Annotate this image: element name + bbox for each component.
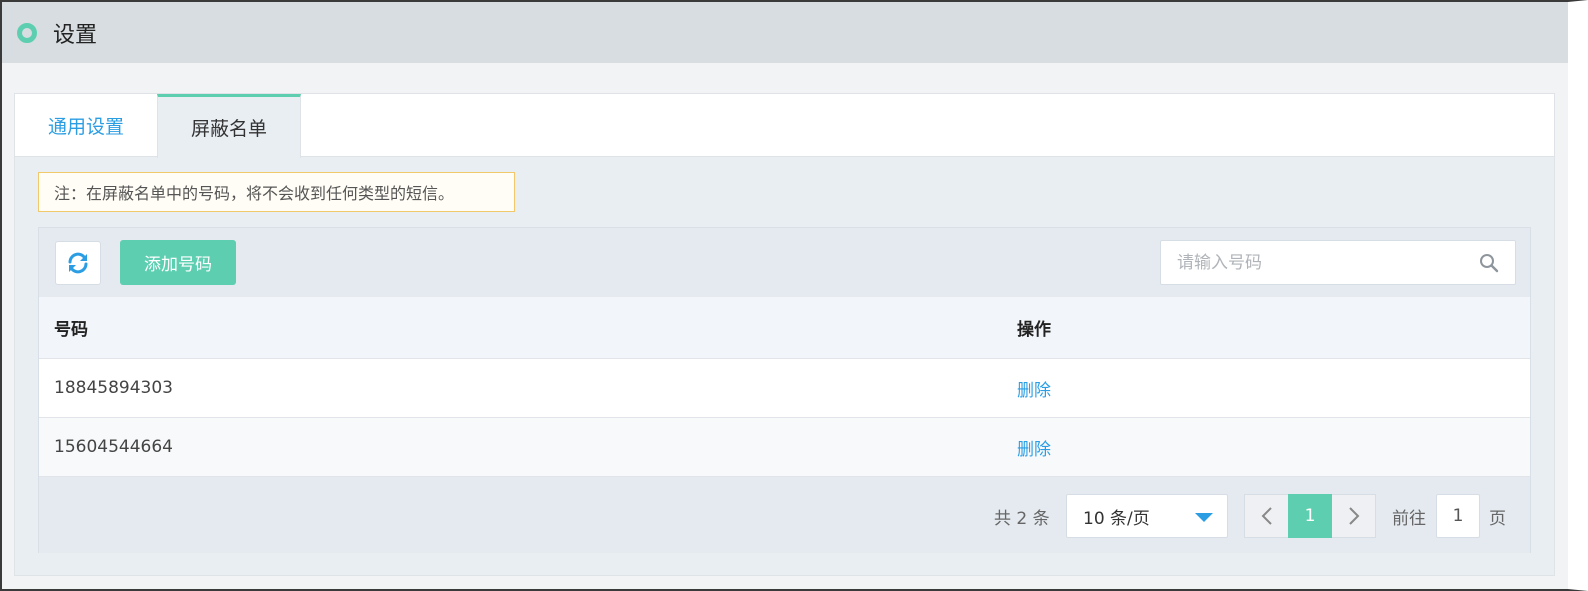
tab-bar: 通用设置 屏蔽名单 — [15, 94, 1554, 158]
page-size-value: 10 条/页 — [1083, 508, 1150, 529]
goto-page-input[interactable] — [1436, 494, 1480, 538]
search-input[interactable] — [1161, 241, 1471, 284]
chevron-right-icon — [1348, 507, 1359, 525]
phone-number: 18845894303 — [54, 378, 173, 398]
search-icon[interactable] — [1479, 253, 1499, 273]
refresh-button[interactable] — [55, 241, 101, 285]
add-number-button[interactable]: 添加号码 — [120, 240, 236, 285]
pagination: 共 2 条 10 条/页 1 前往 页 — [39, 478, 1530, 553]
total-count: 共 2 条 — [994, 509, 1050, 529]
next-page-button[interactable] — [1332, 494, 1376, 538]
delete-link[interactable]: 删除 — [1017, 440, 1051, 460]
caret-down-icon — [1195, 513, 1213, 522]
delete-link[interactable]: 删除 — [1017, 381, 1051, 401]
column-header-number: 号码 — [54, 320, 88, 340]
table-row: 15604544664 删除 — [39, 418, 1530, 477]
page-suffix: 页 — [1489, 509, 1506, 529]
tab-general-settings[interactable]: 通用设置 — [15, 94, 157, 157]
page-header: 设置 — [2, 2, 1568, 63]
status-circle-icon — [17, 22, 37, 43]
tab-block-list[interactable]: 屏蔽名单 — [157, 94, 301, 158]
notice-banner: 注：在屏蔽名单中的号码，将不会收到任何类型的短信。 — [38, 172, 515, 212]
goto-label: 前往 — [1392, 509, 1426, 529]
table-row: 18845894303 删除 — [39, 359, 1530, 418]
block-list-table: 号码 操作 18845894303 删除 15604544664 删除 — [39, 297, 1530, 477]
page-size-select[interactable]: 10 条/页 — [1066, 494, 1228, 538]
settings-panel: 通用设置 屏蔽名单 注：在屏蔽名单中的号码，将不会收到任何类型的短信。 添加号码 — [14, 93, 1555, 576]
table-header: 号码 操作 — [39, 297, 1530, 359]
block-list-content: 添加号码 号码 操作 18845894303 删除 15604544664 删除 — [38, 227, 1531, 553]
refresh-icon — [68, 252, 88, 274]
search-box — [1160, 240, 1516, 285]
prev-page-button[interactable] — [1244, 494, 1288, 538]
page-title: 设置 — [53, 22, 98, 48]
toolbar: 添加号码 — [39, 228, 1530, 297]
column-header-action: 操作 — [1017, 320, 1051, 340]
chevron-left-icon — [1261, 507, 1272, 525]
phone-number: 15604544664 — [54, 437, 173, 457]
page-button-current[interactable]: 1 — [1288, 494, 1332, 538]
